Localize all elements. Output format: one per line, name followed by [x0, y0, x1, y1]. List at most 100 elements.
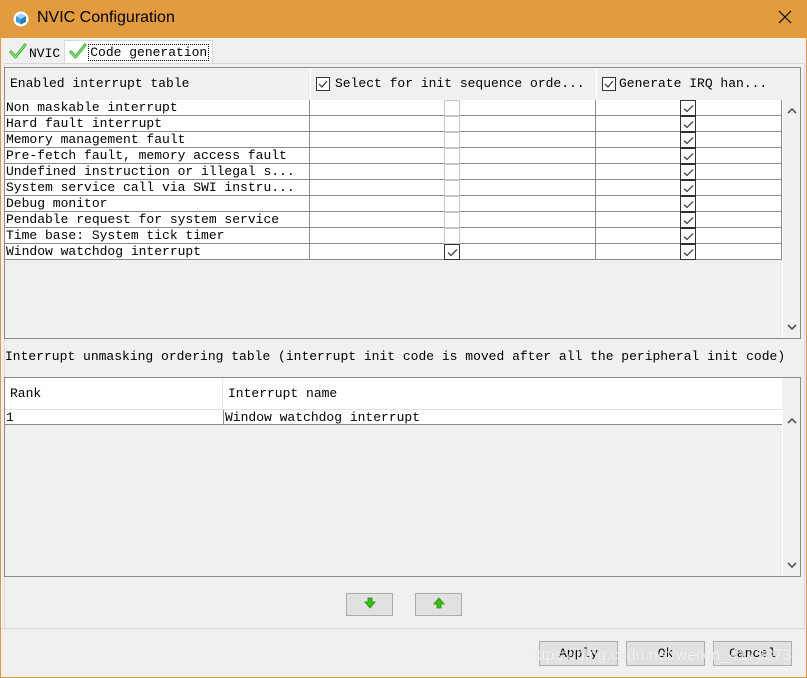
generate-irq-checkbox[interactable] [680, 244, 696, 260]
init-sequence-checkbox[interactable] [444, 116, 460, 132]
interrupt-name-cell: System service call via SWI instru... [5, 180, 310, 195]
init-sequence-checkbox[interactable] [444, 148, 460, 164]
tab-code-generation[interactable]: Code generation [64, 40, 214, 64]
vertical-scrollbar[interactable] [782, 409, 800, 576]
header-rank[interactable]: Rank [10, 378, 222, 409]
generate-irq-checkbox[interactable] [680, 196, 696, 212]
generate-irq-cell [596, 228, 782, 244]
init-sequence-checkbox[interactable] [444, 212, 460, 228]
header-init-sequence-checkbox[interactable] [316, 76, 330, 91]
interrupt-name-cell: Undefined instruction or illegal s... [5, 164, 310, 179]
generate-irq-cell [596, 116, 782, 132]
table-header: Enabled interrupt table Select for init … [5, 68, 800, 99]
green-check-icon [69, 43, 89, 63]
nvic-configuration-dialog: NVIC Configuration NVIC Code generation … [0, 0, 807, 678]
cancel-button[interactable]: Cancel [713, 641, 792, 666]
generate-irq-checkbox[interactable] [680, 132, 696, 148]
close-button[interactable] [762, 0, 807, 38]
column-divider[interactable] [596, 68, 597, 99]
generate-irq-checkbox[interactable] [680, 212, 696, 228]
scroll-down-icon[interactable] [786, 559, 798, 571]
table-row[interactable]: Undefined instruction or illegal s... [5, 164, 782, 180]
interrupt-name-cell: Pre-fetch fault, memory access fault [5, 148, 310, 163]
column-divider[interactable] [222, 378, 223, 409]
header-select-init-sequence[interactable]: Select for init sequence orde... [316, 68, 585, 99]
generate-irq-cell [596, 244, 782, 260]
interrupt-name-cell: Window watchdog interrupt [5, 244, 310, 259]
ok-button[interactable]: Ok [626, 641, 705, 666]
move-up-button[interactable] [415, 593, 462, 616]
footer-divider [1, 628, 805, 629]
generate-irq-cell [596, 196, 782, 212]
init-sequence-checkbox[interactable] [444, 180, 460, 196]
table-row[interactable]: Memory management fault [5, 132, 782, 148]
init-sequence-checkbox[interactable] [444, 244, 460, 260]
interrupt-ordering-table: Rank Interrupt name 1 Window watchdog in… [4, 377, 801, 577]
scroll-down-icon[interactable] [786, 321, 798, 333]
interrupt-name-cell: Time base: System tick timer [5, 228, 310, 243]
green-arrow-up-icon [432, 596, 445, 613]
init-sequence-checkbox[interactable] [444, 164, 460, 180]
column-divider[interactable] [310, 68, 311, 99]
tab-nvic[interactable]: NVIC [5, 42, 64, 64]
apply-button[interactable]: Apply [539, 641, 618, 666]
generate-irq-checkbox[interactable] [680, 180, 696, 196]
tab-label: Code generation [88, 44, 210, 61]
table-row[interactable]: Hard fault interrupt [5, 116, 782, 132]
ordering-table-label: Interrupt unmasking ordering table (inte… [5, 349, 786, 364]
init-sequence-cell [310, 196, 596, 212]
green-check-icon [9, 43, 29, 63]
header-enabled-interrupt-table[interactable]: Enabled interrupt table [10, 68, 310, 99]
move-down-button[interactable] [346, 593, 393, 616]
interrupt-name-cell: Window watchdog interrupt [223, 410, 782, 425]
init-sequence-cell [310, 212, 596, 228]
close-icon [778, 10, 792, 28]
interrupt-name-cell: Hard fault interrupt [5, 116, 310, 131]
init-sequence-cell [310, 148, 596, 164]
title-bar[interactable]: NVIC Configuration [1, 0, 807, 38]
init-sequence-cell [310, 244, 596, 260]
interrupt-name-cell: Debug monitor [5, 196, 310, 211]
header-generate-irq-checkbox[interactable] [602, 76, 616, 91]
generate-irq-cell [596, 100, 782, 116]
table-row[interactable]: System service call via SWI instru... [5, 180, 782, 196]
generate-irq-cell [596, 132, 782, 148]
table-row[interactable]: Non maskable interrupt [5, 100, 782, 116]
generate-irq-checkbox[interactable] [680, 116, 696, 132]
init-sequence-cell [310, 228, 596, 244]
generate-irq-checkbox[interactable] [680, 148, 696, 164]
generate-irq-checkbox[interactable] [680, 100, 696, 116]
interrupt-name-cell: Memory management fault [5, 132, 310, 147]
table-row[interactable]: Pendable request for system service [5, 212, 782, 228]
table-row[interactable]: Window watchdog interrupt [5, 244, 782, 260]
tab-label: NVIC [29, 45, 61, 61]
rank-cell: 1 [6, 410, 14, 425]
init-sequence-checkbox[interactable] [444, 228, 460, 244]
init-sequence-checkbox[interactable] [444, 132, 460, 148]
generate-irq-cell [596, 212, 782, 228]
init-sequence-cell [310, 100, 596, 116]
vertical-scrollbar[interactable] [782, 99, 800, 338]
interrupt-name-cell: Non maskable interrupt [5, 100, 310, 115]
table-body: Non maskable interrupt Hard fault interru… [5, 100, 782, 260]
init-sequence-checkbox[interactable] [444, 100, 460, 116]
tab-bar: NVIC Code generation [5, 40, 214, 64]
scroll-up-icon[interactable] [786, 104, 798, 116]
interrupt-name-cell: Pendable request for system service [5, 212, 310, 227]
table-row[interactable]: 1 Window watchdog interrupt [5, 409, 782, 425]
table-row[interactable]: Debug monitor [5, 196, 782, 212]
generate-irq-cell [596, 164, 782, 180]
header-interrupt-name[interactable]: Interrupt name [228, 378, 337, 409]
table-header: Rank Interrupt name [5, 378, 782, 409]
header-generate-irq-handler[interactable]: Generate IRQ han... [602, 68, 767, 99]
table-row[interactable]: Time base: System tick timer [5, 228, 782, 244]
table-row[interactable]: Pre-fetch fault, memory access fault [5, 148, 782, 164]
generate-irq-checkbox[interactable] [680, 164, 696, 180]
generate-irq-checkbox[interactable] [680, 228, 696, 244]
init-sequence-cell [310, 132, 596, 148]
app-cube-icon [13, 11, 29, 27]
scroll-up-icon[interactable] [786, 414, 798, 426]
init-sequence-cell [310, 180, 596, 196]
init-sequence-checkbox[interactable] [444, 196, 460, 212]
init-sequence-cell [310, 164, 596, 180]
